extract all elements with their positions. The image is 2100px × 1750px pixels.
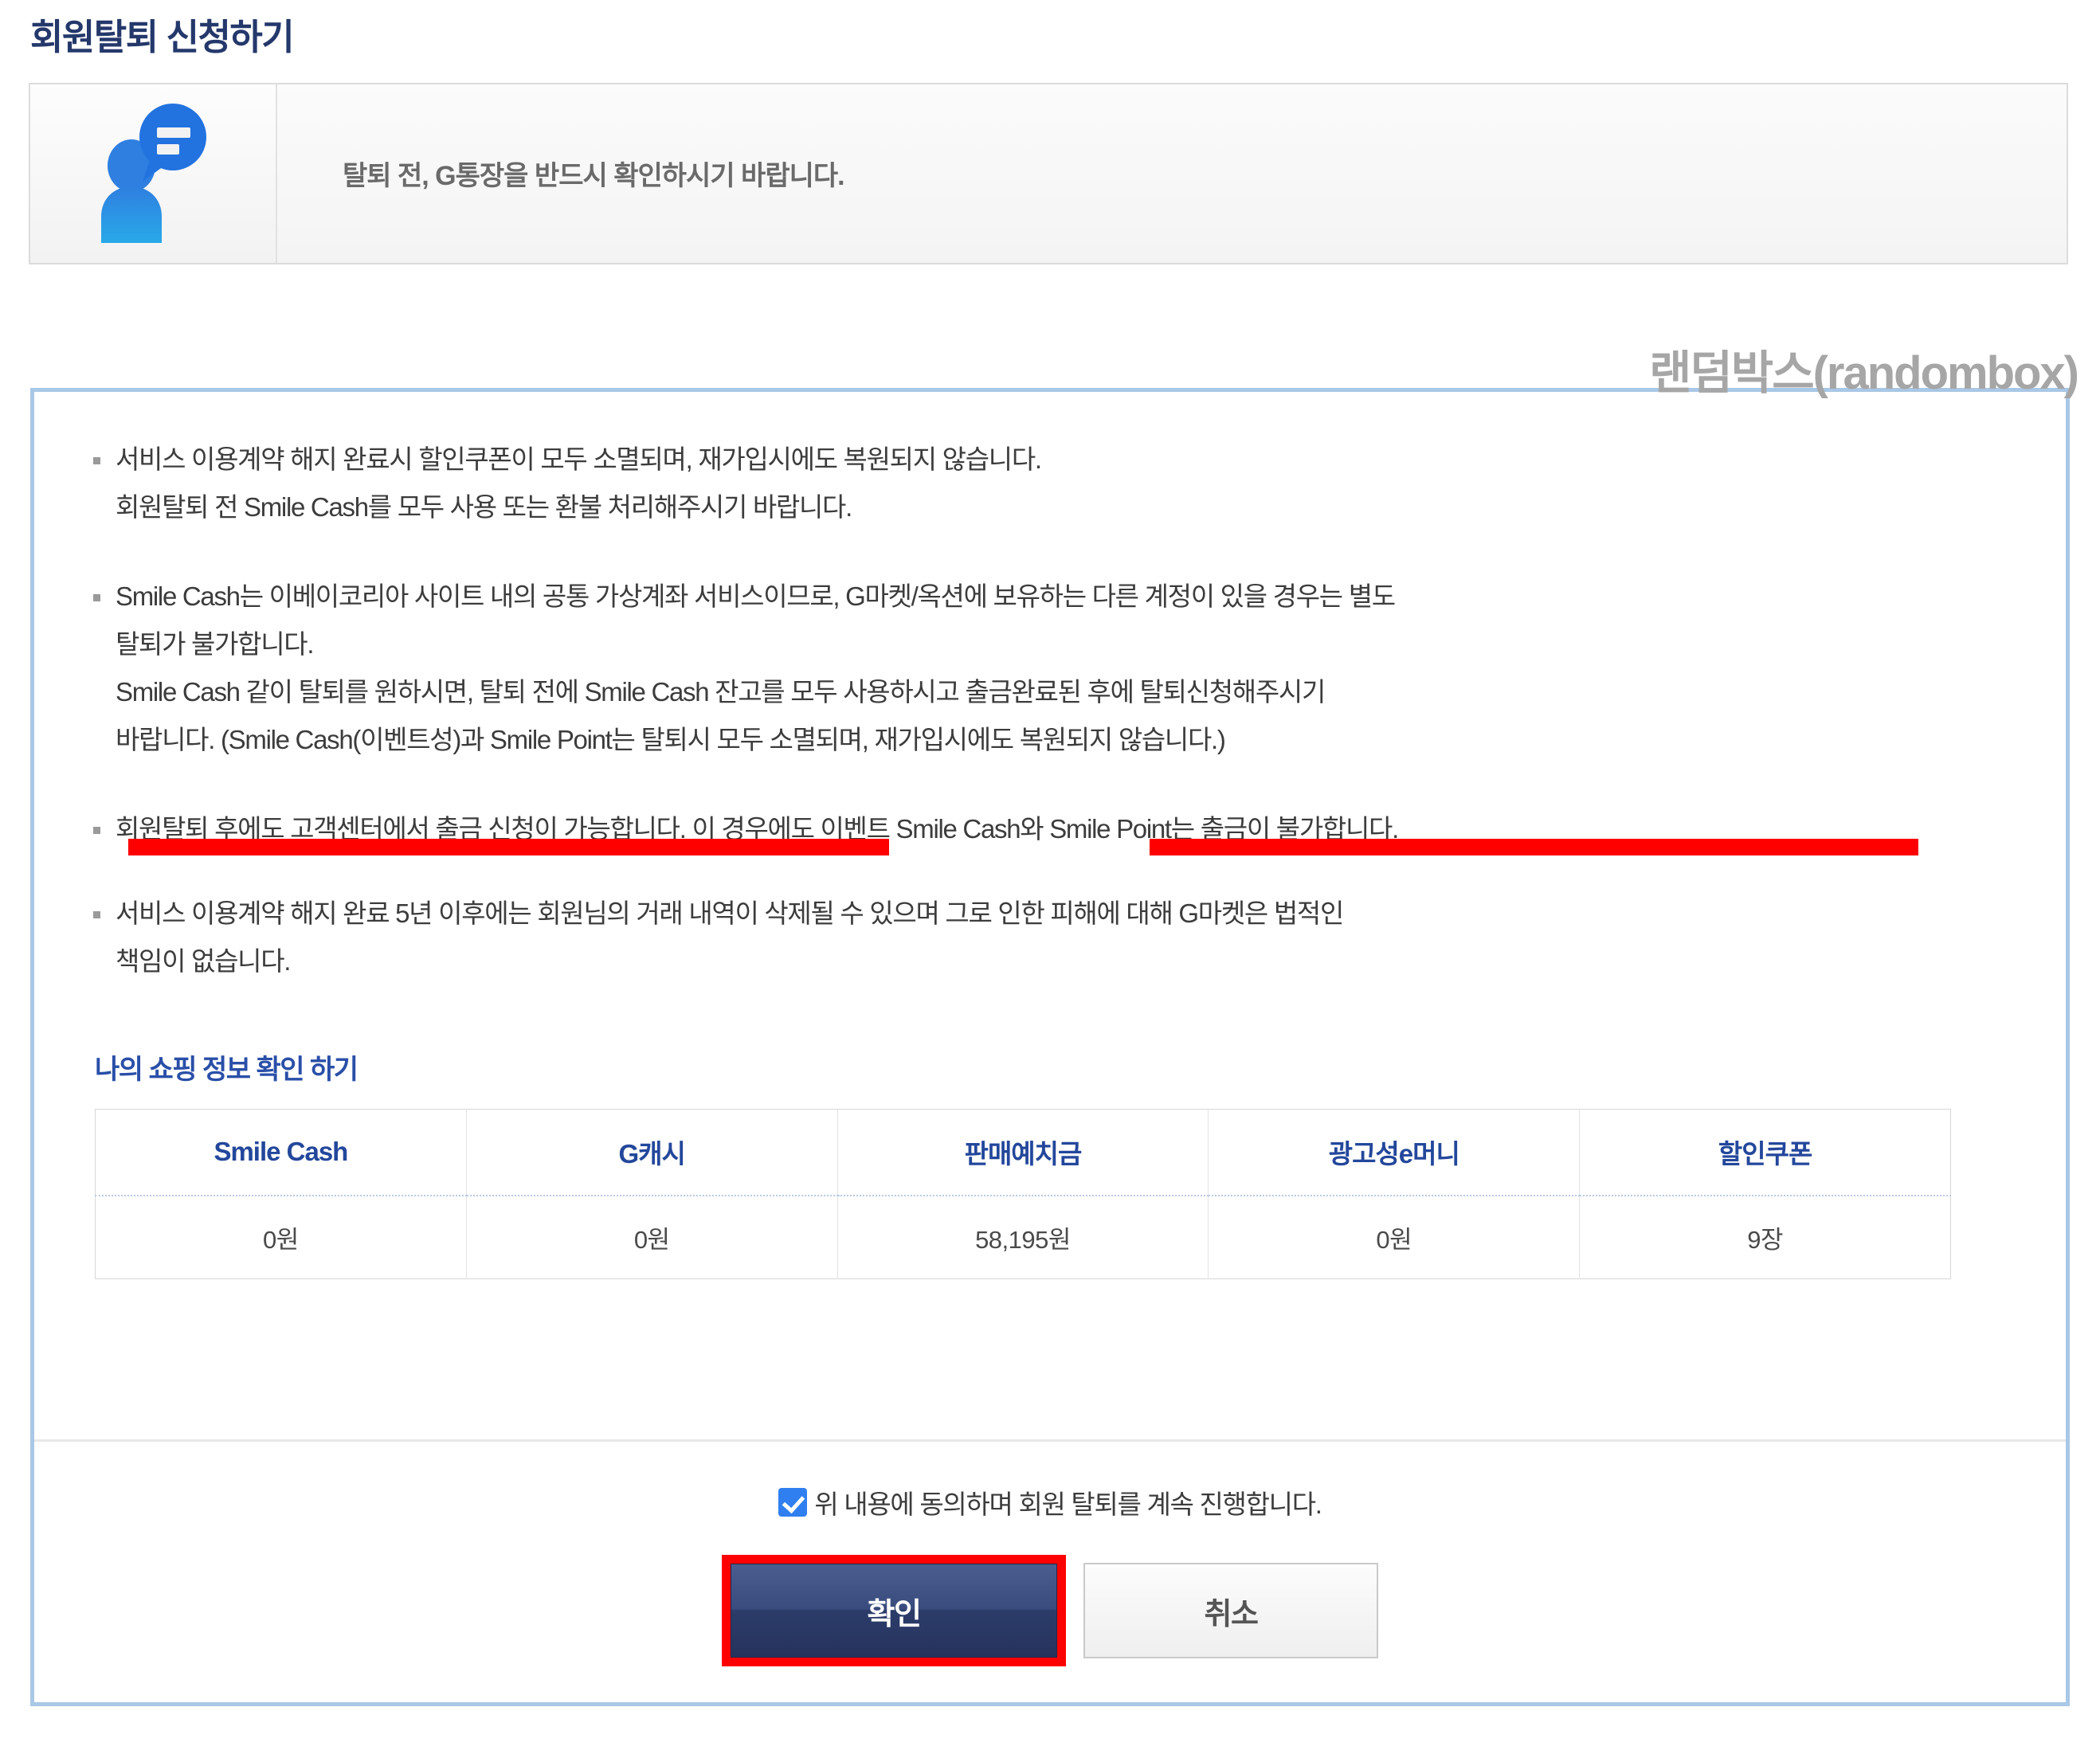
value-smile-cash: 0원 <box>95 1195 467 1279</box>
terms-line: 회원탈퇴 전 Smile Cash를 모두 사용 또는 환불 처리해주시기 바랍… <box>116 492 852 522</box>
terms-bullet-group: Smile Cash는 이베이코리아 사이트 내의 공통 가상계좌 서비스이므로… <box>82 573 2018 764</box>
notice-text: 탈퇴 전, G통장을 반드시 확인하시기 바랍니다. <box>343 161 845 191</box>
agree-checkbox-row[interactable]: 위 내용에 동의하며 회원 탈퇴를 계속 진행합니다. <box>778 1483 1322 1521</box>
agree-checkbox[interactable] <box>778 1488 808 1517</box>
watermark-label: 랜덤박스(randombox) <box>1649 347 2079 399</box>
terms-bullet-group: 서비스 이용계약 해지 완료시 할인쿠폰이 모두 소멸되며, 재가입시에도 복원… <box>82 436 2018 531</box>
panel-footer: 위 내용에 동의하며 회원 탈퇴를 계속 진행합니다. 확인 취소 <box>34 1439 2066 1702</box>
panel-body: 서비스 이용계약 해지 완료시 할인쿠폰이 모두 소멸되며, 재가입시에도 복원… <box>34 392 2066 1279</box>
agree-label: 위 내용에 동의하며 회원 탈퇴를 계속 진행합니다. <box>814 1490 1322 1519</box>
terms-line: 서비스 이용계약 해지 완료 5년 이후에는 회원님의 거래 내역이 삭제될 수… <box>82 890 2018 938</box>
page-title: 회원탈퇴 신청하기 <box>30 17 295 57</box>
notice-icon-container <box>30 84 277 263</box>
terms-line: Smile Cash 같이 탈퇴를 원하시면, 탈퇴 전에 Smile Cash… <box>116 677 1326 707</box>
column-header-gcash: G캐시 <box>466 1109 838 1196</box>
terms-line: 탈퇴가 불가합니다. <box>116 629 315 659</box>
confirm-button[interactable]: 확인 <box>731 1564 1057 1658</box>
terms-line: Smile Cash는 이베이코리아 사이트 내의 공통 가상계좌 서비스이므로… <box>82 573 2018 621</box>
highlight-bar-left <box>128 839 889 855</box>
table-header-row: Smile Cash G캐시 판매예치금 광고성e머니 할인쿠폰 <box>95 1109 1951 1196</box>
button-row: 확인 취소 <box>722 1555 1378 1666</box>
highlight-bar-right <box>1150 839 1918 855</box>
confirm-button-highlight-frame: 확인 <box>722 1555 1066 1666</box>
terms-line: 바랍니다. (Smile Cash(이벤트성)과 Smile Point는 탈퇴… <box>116 725 1226 754</box>
person-speech-bubble-icon <box>93 104 213 243</box>
terms-line: 책임이 없습니다. <box>116 946 291 976</box>
value-gcash: 0원 <box>466 1195 838 1279</box>
column-header-smile-cash: Smile Cash <box>95 1109 467 1196</box>
value-coupon: 9장 <box>1579 1195 1951 1279</box>
shopping-info-heading: 나의 쇼핑 정보 확인 하기 <box>95 1055 358 1085</box>
terms-bullet-group-highlighted: 회원탈퇴 후에도 고객센터에서 출금 신청이 가능합니다. 이 경우에도 이벤트… <box>82 805 2018 855</box>
value-ad-emoney: 0원 <box>1208 1195 1581 1279</box>
column-header-ad-emoney: 광고성e머니 <box>1208 1109 1581 1196</box>
withdrawal-terms-panel: 서비스 이용계약 해지 완료시 할인쿠폰이 모두 소멸되며, 재가입시에도 복원… <box>30 388 2070 1706</box>
terms-bullet-group: 서비스 이용계약 해지 완료 5년 이후에는 회원님의 거래 내역이 삭제될 수… <box>82 890 2018 985</box>
column-header-coupon: 할인쿠폰 <box>1579 1109 1951 1196</box>
table-row: 0원 0원 58,195원 0원 9장 <box>95 1195 1951 1279</box>
terms-line: 서비스 이용계약 해지 완료시 할인쿠폰이 모두 소멸되며, 재가입시에도 복원… <box>82 436 2018 484</box>
value-sales-deposit: 58,195원 <box>837 1195 1209 1279</box>
column-header-sales-deposit: 판매예치금 <box>837 1109 1209 1196</box>
top-notice-box: 탈퇴 전, G통장을 반드시 확인하시기 바랍니다. <box>29 82 2068 264</box>
shopping-info-table: Smile Cash G캐시 판매예치금 광고성e머니 할인쿠폰 0원 0원 5… <box>95 1109 1951 1279</box>
cancel-button[interactable]: 취소 <box>1083 1563 1378 1658</box>
